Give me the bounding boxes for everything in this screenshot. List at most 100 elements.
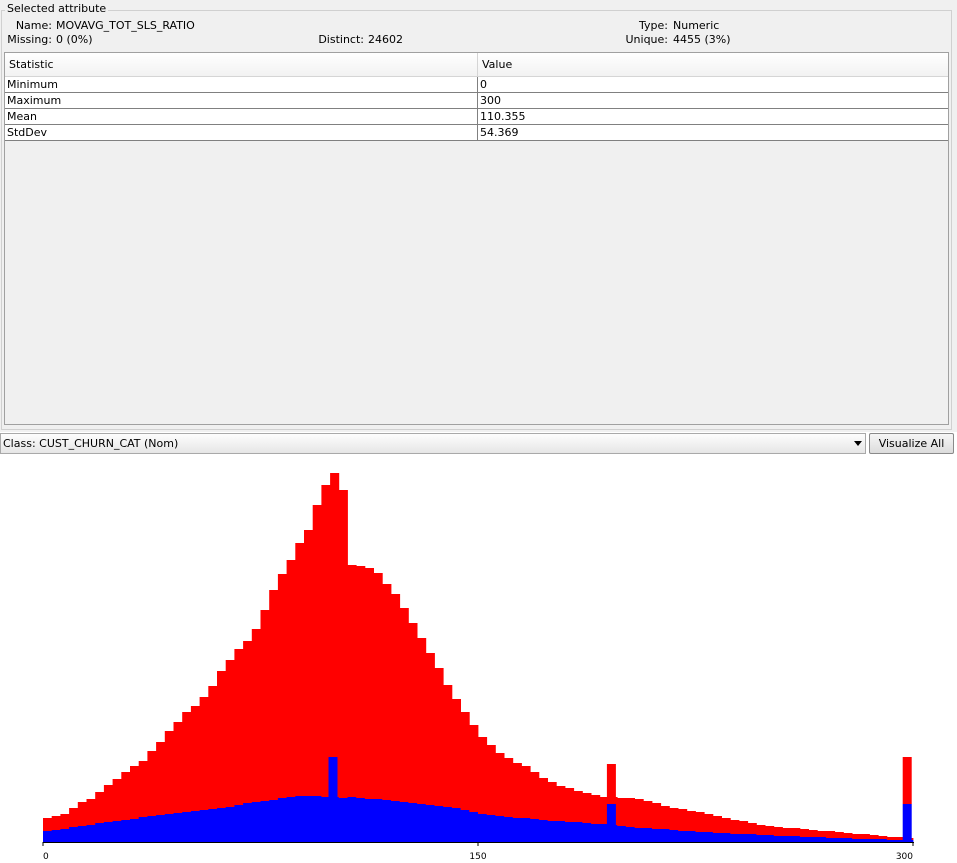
histogram-bar-class1 xyxy=(243,641,253,803)
histogram-bar-class1 xyxy=(478,737,488,814)
histogram-bar-class2 xyxy=(573,822,583,842)
histogram-bar-class1 xyxy=(43,818,53,831)
statistics-table[interactable]: Statistic Value Minimum 0 Maximum 300 Me… xyxy=(4,52,949,425)
histogram-bar-class2 xyxy=(103,822,113,842)
class-dropdown[interactable]: Class: CUST_CHURN_CAT (Nom) xyxy=(0,433,866,454)
histogram-bar-class2 xyxy=(869,839,879,842)
histogram-bar-class1 xyxy=(773,827,783,836)
histogram-bar-class1 xyxy=(565,788,575,822)
histogram-bar-class1 xyxy=(173,722,183,813)
table-row[interactable]: Mean 110.355 xyxy=(5,109,948,125)
visualize-all-button[interactable]: Visualize All xyxy=(869,433,954,454)
histogram-bar-class1 xyxy=(495,753,505,816)
histogram-bar-class2 xyxy=(260,801,270,842)
histogram-bar-class2 xyxy=(478,814,488,842)
histogram-bar-class1 xyxy=(469,725,479,812)
cell-value: 110.355 xyxy=(477,109,948,124)
histogram-bar-class2 xyxy=(721,833,731,842)
type-value: Numeric xyxy=(673,19,720,32)
histogram-bar-class2 xyxy=(451,808,461,842)
histogram-bar-class1 xyxy=(739,821,749,834)
histogram-bar-class2 xyxy=(747,834,757,842)
histogram-bar-class2 xyxy=(817,837,827,842)
x-tick-label: 150 xyxy=(469,852,486,862)
histogram-bar-class1 xyxy=(443,685,453,807)
header-value[interactable]: Value xyxy=(477,53,948,76)
histogram-bar-class1 xyxy=(721,818,731,833)
class-histogram: 0 150 300 xyxy=(42,473,914,862)
histogram-bar-class2 xyxy=(43,831,53,842)
histogram-bar-class2 xyxy=(695,832,705,842)
histogram-bar-class2 xyxy=(860,839,870,842)
histogram-bar-class2 xyxy=(591,824,601,842)
histogram-bar-class1 xyxy=(634,799,644,828)
histogram-bar-class1 xyxy=(304,530,314,796)
histogram-bar-class2 xyxy=(425,805,435,842)
histogram-bar-class2 xyxy=(756,835,766,842)
histogram-bar-class2 xyxy=(225,807,235,842)
table-row[interactable]: StdDev 54.369 xyxy=(5,125,948,141)
histogram-bar-class2 xyxy=(765,835,775,842)
histogram-bar-class1 xyxy=(617,798,627,826)
histogram-bar-class2 xyxy=(156,815,166,842)
histogram-bar-class2 xyxy=(808,837,818,842)
histogram-bar-class1 xyxy=(382,584,392,800)
histogram-bar-class2 xyxy=(182,812,192,842)
chevron-down-icon[interactable] xyxy=(854,441,862,446)
histogram-bar-class2 xyxy=(512,818,522,842)
histogram-bar-class2 xyxy=(582,823,592,842)
histogram-bar-class1 xyxy=(826,831,836,838)
histogram-bar-class2 xyxy=(434,806,444,842)
histogram-bar-class2 xyxy=(469,812,479,842)
table-row[interactable]: Minimum 0 xyxy=(5,77,948,93)
histogram-bar-class1 xyxy=(251,629,261,802)
histogram-bar-class1 xyxy=(347,565,357,797)
histogram-bar-class1 xyxy=(878,836,888,839)
histogram-bar-class2 xyxy=(634,828,644,842)
spike-bar-class2 xyxy=(902,804,912,842)
histogram-bar-class1 xyxy=(625,798,635,827)
histogram-bar-class1 xyxy=(704,814,714,832)
histogram-bar-class2 xyxy=(234,805,244,842)
histogram-bar-class1 xyxy=(817,831,827,837)
histogram-bar-class2 xyxy=(251,802,261,842)
histogram-bar-class2 xyxy=(417,804,427,842)
histogram-bar-class2 xyxy=(652,829,662,842)
histogram-bar-class2 xyxy=(399,802,409,842)
histogram-bar-class2 xyxy=(556,821,566,842)
histogram-bar-class1 xyxy=(408,623,418,803)
header-statistic[interactable]: Statistic xyxy=(5,53,477,76)
histogram-bar-class1 xyxy=(260,610,270,801)
histogram-bar-class1 xyxy=(799,829,809,837)
histogram-bar-class2 xyxy=(86,825,96,842)
histogram-bar-class2 xyxy=(521,818,531,842)
histogram-bar-class1 xyxy=(338,490,348,798)
histogram-bar-class1 xyxy=(399,608,409,802)
histogram-bar-class2 xyxy=(277,798,287,842)
histogram-bar-class1 xyxy=(791,828,801,836)
histogram-bar-class2 xyxy=(886,840,896,842)
histogram-bar-class2 xyxy=(147,816,157,842)
histogram-bar-class2 xyxy=(347,797,357,842)
spike-bar-class2 xyxy=(606,804,616,842)
histogram-bar-class1 xyxy=(504,758,514,817)
x-tick-label: 300 xyxy=(896,852,913,862)
histogram-bar-class2 xyxy=(773,836,783,842)
histogram-bar-class2 xyxy=(704,832,714,842)
histogram-bar-class1 xyxy=(182,712,192,812)
histogram-bar-class2 xyxy=(834,838,844,842)
histogram-bar-class1 xyxy=(86,799,96,825)
histogram-bar-class2 xyxy=(495,816,505,842)
histogram-bar-class1 xyxy=(686,811,696,831)
histogram-bar-class1 xyxy=(556,786,566,821)
histogram-bar-class2 xyxy=(739,834,749,842)
table-row[interactable]: Maximum 300 xyxy=(5,93,948,109)
histogram-bar-class1 xyxy=(886,837,896,840)
histogram-bar-class1 xyxy=(591,795,601,824)
histogram-bar-class2 xyxy=(712,833,722,842)
histogram-bar-class1 xyxy=(156,742,166,815)
cell-value: 54.369 xyxy=(477,125,948,140)
histogram-bar-class1 xyxy=(373,573,383,799)
cell-statistic: Mean xyxy=(7,110,37,123)
histogram-bar-class2 xyxy=(686,831,696,842)
